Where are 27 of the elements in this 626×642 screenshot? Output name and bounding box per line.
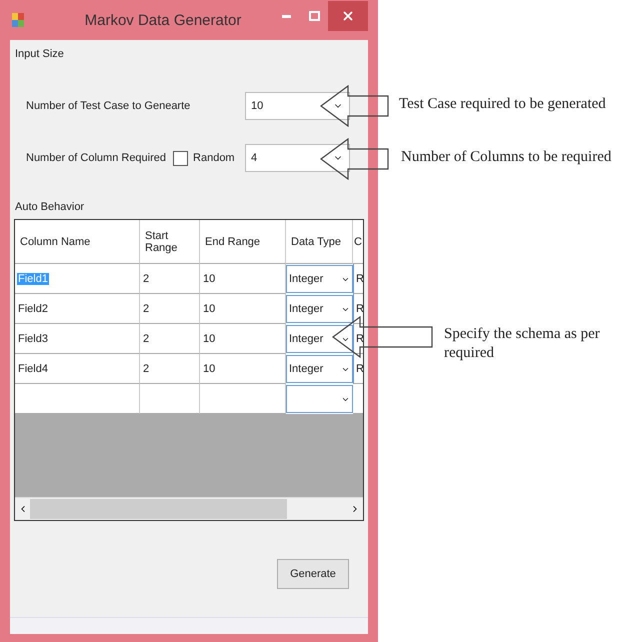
arrow (320, 138, 389, 180)
horizontal-scrollbar[interactable] (15, 497, 363, 520)
close-icon (341, 9, 355, 23)
type-combo[interactable]: Integer (286, 325, 353, 353)
type-combo[interactable] (286, 385, 353, 413)
annotation-text: Number of Columns to be required (401, 148, 612, 167)
column-count-combo[interactable]: 4 (245, 144, 350, 172)
test-case-combo[interactable]: 10 (245, 92, 350, 120)
random-checkbox[interactable] (173, 150, 188, 166)
generate-button[interactable]: Generate (277, 559, 349, 589)
field-label: Number of Test Case to Genearte (26, 100, 190, 112)
group-title: Input Size (15, 48, 64, 60)
field-label: Number of Column Required (26, 152, 166, 164)
minimize-icon (282, 14, 290, 18)
type-combo[interactable]: Integer (286, 295, 353, 323)
scroll-thumb[interactable] (30, 499, 287, 519)
type-combo[interactable]: Integer (286, 265, 353, 293)
type-combo[interactable]: Integer (286, 355, 353, 383)
annotation-text: Test Case required to be generated (399, 95, 606, 114)
arrow (320, 85, 389, 127)
close-button[interactable] (328, 1, 368, 31)
window-title: Markov Data Generator (84, 12, 242, 28)
app-icon (12, 13, 24, 27)
group-title: Auto Behavior (15, 201, 84, 213)
checkbox-label: Random (193, 152, 235, 164)
annotation-text: Specify the schema as per required (444, 325, 601, 363)
maximize-icon (308, 11, 320, 21)
